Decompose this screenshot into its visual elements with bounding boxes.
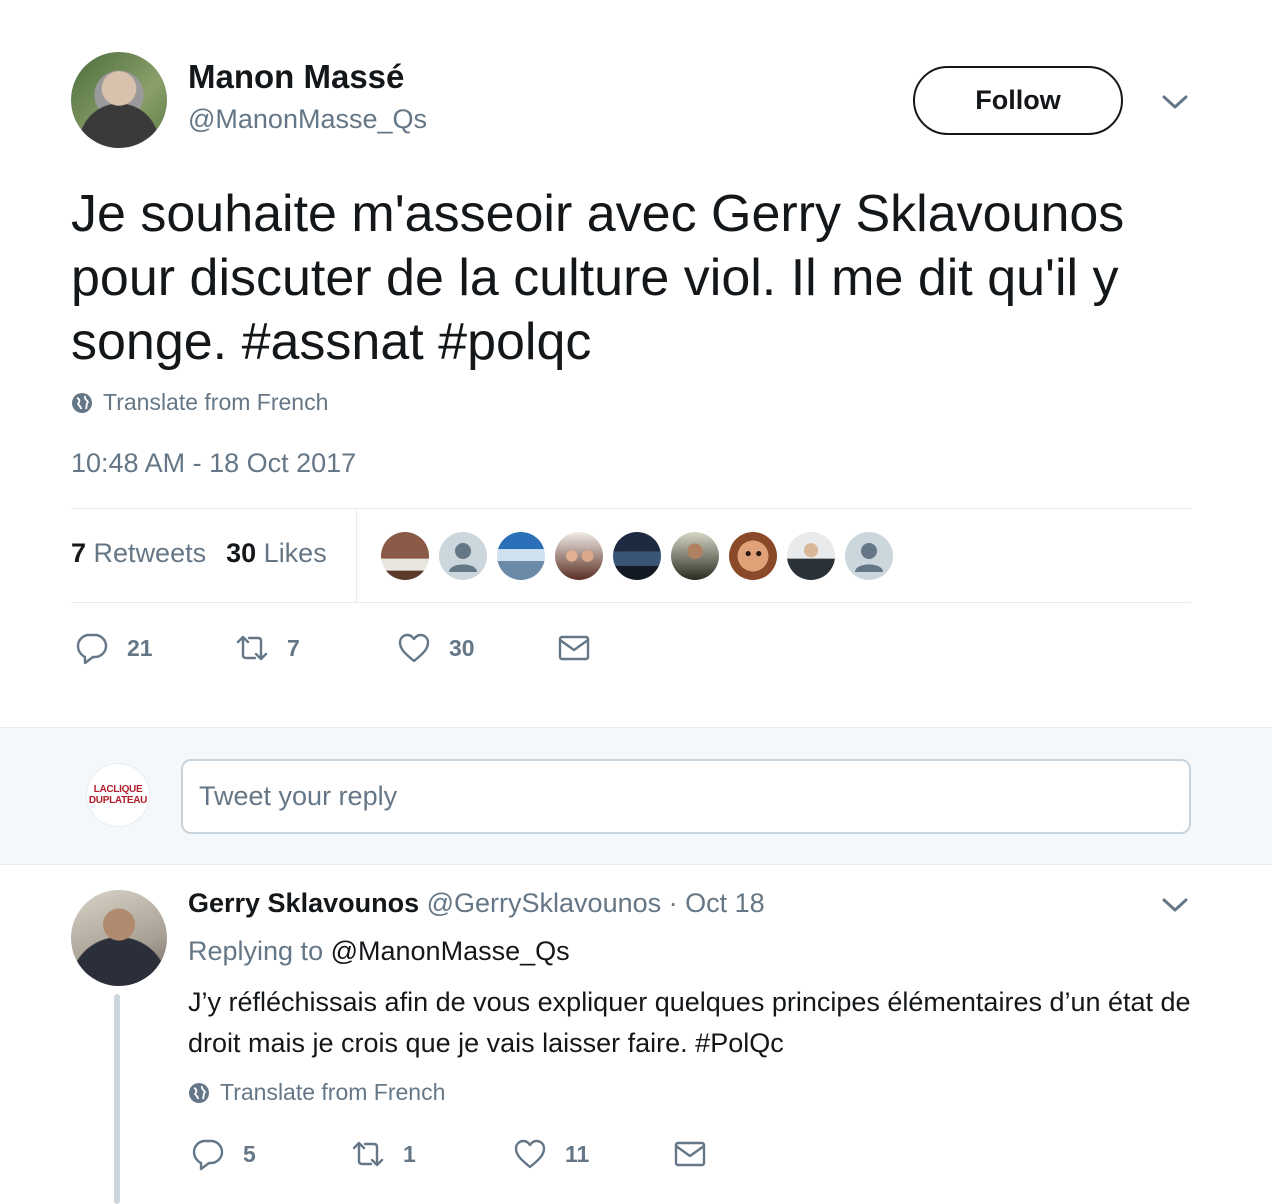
liker-avatar[interactable] <box>555 532 603 580</box>
divider <box>71 508 1191 509</box>
author-avatar[interactable] <box>71 52 167 148</box>
thread-line <box>114 994 120 1204</box>
reply-icon <box>192 1139 224 1171</box>
likes-count: 30 <box>226 538 257 568</box>
default-avatar-icon[interactable] <box>845 532 893 580</box>
liker-avatar[interactable] <box>787 532 835 580</box>
retweet-button[interactable]: 1 <box>351 1137 513 1171</box>
author-name[interactable]: Manon Massé <box>188 58 404 96</box>
like-button[interactable]: 30 <box>397 631 557 665</box>
envelope-icon <box>558 635 590 661</box>
globe-icon <box>189 1082 209 1103</box>
liker-avatar[interactable] <box>613 532 661 580</box>
author-handle[interactable]: @ManonMasse_Qs <box>188 104 427 135</box>
likes-label: Likes <box>263 538 327 568</box>
likes-stat[interactable]: 30 Likes <box>226 538 327 569</box>
liker-avatar[interactable] <box>671 532 719 580</box>
stats-separator <box>356 509 357 602</box>
direct-message-button[interactable] <box>673 1137 725 1171</box>
tweet-timestamp[interactable]: 10:48 AM - 18 Oct 2017 <box>71 448 356 479</box>
tweet-text: Je souhaite m'asseoir avec Gerry Sklavou… <box>71 185 1125 371</box>
retweets-label: Retweets <box>93 538 207 568</box>
reply-text: J’y réfléchissais afin de vous expliquer… <box>188 987 1191 1058</box>
reply-author-name[interactable]: Gerry Sklavounos <box>188 888 419 918</box>
liker-avatar[interactable] <box>381 532 429 580</box>
reply-author-avatar[interactable] <box>71 890 167 986</box>
direct-message-button[interactable] <box>557 631 609 665</box>
reply-count: 5 <box>243 1140 256 1167</box>
replying-to: Replying to @ManonMasse_Qs <box>188 936 570 967</box>
replying-prefix: Replying to <box>188 936 324 966</box>
reply-actions: 5 1 11 <box>191 1137 725 1171</box>
user-avatar[interactable]: LACLIQUE DUPLATEAU <box>86 763 150 827</box>
reply-button[interactable]: 5 <box>191 1137 351 1171</box>
reply-date[interactable]: · Oct 18 <box>669 888 765 918</box>
reply-icon <box>76 633 108 665</box>
like-button[interactable]: 11 <box>513 1137 673 1171</box>
default-avatar-icon[interactable] <box>439 532 487 580</box>
globe-icon <box>72 392 92 413</box>
reply-input[interactable] <box>181 759 1191 834</box>
replying-to-link[interactable]: @ManonMasse_Qs <box>331 936 570 966</box>
retweet-icon <box>236 635 268 661</box>
reply-header: Gerry Sklavounos @GerrySklavounos · Oct … <box>188 888 765 919</box>
avatar-logo-text: DUPLATEAU <box>88 795 148 806</box>
retweets-count: 7 <box>71 538 87 568</box>
like-count: 30 <box>449 634 475 661</box>
chevron-down-icon[interactable] <box>1161 92 1189 112</box>
translate-label: Translate from French <box>103 389 329 415</box>
tweet-stats: 7 Retweets 30 Likes <box>71 538 327 569</box>
retweet-button[interactable]: 7 <box>235 631 397 665</box>
main-tweet: Manon Massé @ManonMasse_Qs Follow Je sou… <box>0 0 1272 727</box>
liker-avatar[interactable] <box>729 532 777 580</box>
retweet-icon <box>352 1141 384 1167</box>
likers-avatars <box>381 532 893 580</box>
follow-button[interactable]: Follow <box>913 66 1123 135</box>
chevron-down-icon[interactable] <box>1161 895 1189 915</box>
avatar-logo-text: LACLIQUE <box>93 784 143 795</box>
like-count: 11 <box>565 1140 590 1167</box>
translate-label: Translate from French <box>220 1079 446 1105</box>
retweet-count: 7 <box>287 634 300 661</box>
tweet-actions: 21 7 30 <box>75 631 609 665</box>
retweet-count: 1 <box>403 1140 416 1167</box>
translate-link[interactable]: Translate from French <box>71 389 328 416</box>
reply-button[interactable]: 21 <box>75 631 235 665</box>
liker-avatar[interactable] <box>497 532 545 580</box>
reply-translate-link[interactable]: Translate from French <box>188 1079 445 1106</box>
divider <box>71 602 1191 603</box>
envelope-icon <box>674 1141 706 1167</box>
heart-icon <box>398 633 430 663</box>
retweets-stat[interactable]: 7 Retweets <box>71 538 206 569</box>
reply-count: 21 <box>127 634 153 661</box>
reply-author-handle[interactable]: @GerrySklavounos <box>427 888 662 918</box>
heart-icon <box>514 1139 546 1169</box>
